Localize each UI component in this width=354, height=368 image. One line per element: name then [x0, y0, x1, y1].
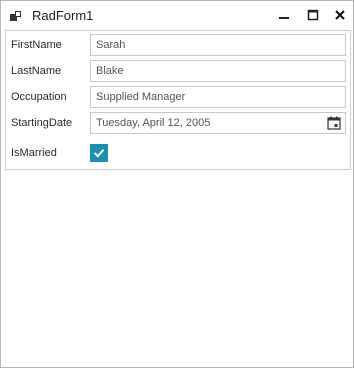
form-panel: FirstName LastName Occupation StartingDa… — [5, 30, 351, 170]
starting-date-row: StartingDate Tuesday, April 12, 2005 — [6, 112, 350, 134]
title-bar[interactable]: RadForm1 — [1, 1, 353, 31]
maximize-icon — [307, 9, 319, 21]
last-name-row: LastName — [6, 60, 350, 82]
first-name-row: FirstName — [6, 34, 350, 56]
is-married-label: IsMarried — [11, 147, 57, 159]
occupation-label: Occupation — [11, 91, 67, 103]
occupation-row: Occupation — [6, 86, 350, 108]
starting-date-label: StartingDate — [11, 117, 73, 129]
calendar-icon — [327, 116, 341, 130]
close-button[interactable] — [331, 7, 349, 23]
last-name-field[interactable] — [90, 60, 346, 82]
radform-window: RadForm1 FirstName LastName — [0, 0, 354, 368]
occupation-field[interactable] — [90, 86, 346, 108]
checkmark-icon — [93, 149, 105, 158]
starting-date-value[interactable]: Tuesday, April 12, 2005 — [96, 117, 210, 129]
radform-app-icon — [10, 10, 22, 22]
last-name-label: LastName — [11, 65, 62, 77]
is-married-checkbox[interactable] — [90, 144, 108, 162]
first-name-field[interactable] — [90, 34, 346, 56]
minimize-icon — [279, 17, 289, 19]
starting-date-picker[interactable]: Tuesday, April 12, 2005 — [90, 112, 346, 134]
window-title: RadForm1 — [32, 8, 94, 23]
is-married-row: IsMarried — [6, 142, 350, 164]
close-icon — [335, 10, 345, 20]
minimize-button[interactable] — [275, 7, 293, 23]
maximize-button[interactable] — [304, 7, 322, 23]
calendar-button[interactable] — [325, 114, 343, 132]
first-name-label: FirstName — [11, 39, 62, 51]
